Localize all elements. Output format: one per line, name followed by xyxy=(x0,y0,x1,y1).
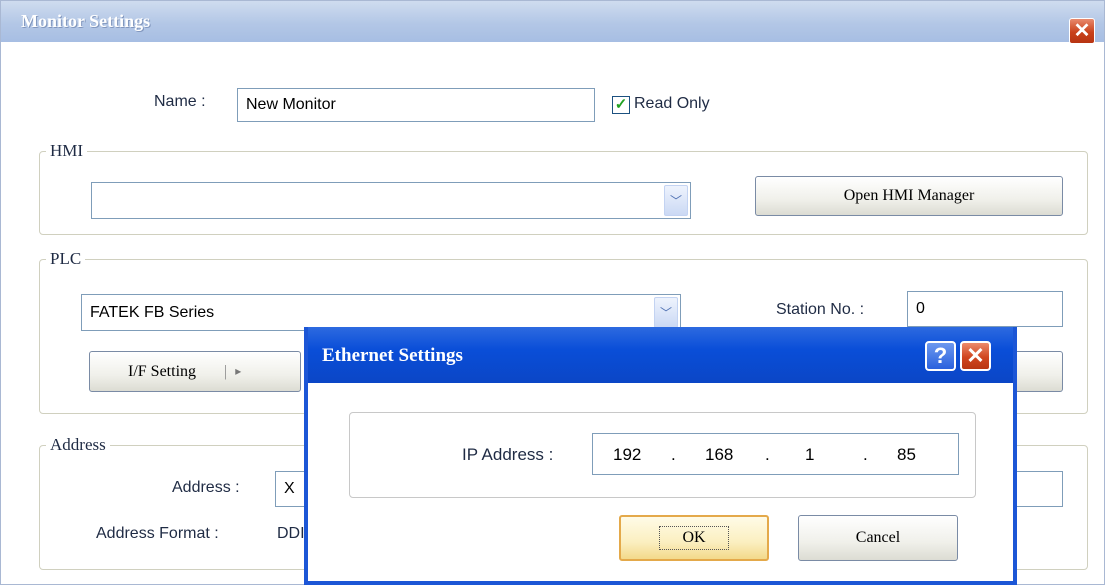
ip-dot: . xyxy=(863,445,868,464)
plc-group-title: PLC xyxy=(46,249,86,269)
cancel-label: Cancel xyxy=(855,529,901,546)
if-setting-label: I/F Setting xyxy=(128,362,197,380)
chevron-down-icon[interactable]: ﹀ xyxy=(664,185,688,216)
station-no-value: 0 xyxy=(916,300,925,317)
title-bar: Monitor Settings ✕ xyxy=(1,1,1104,44)
ip-octet-3[interactable]: 1 xyxy=(805,445,814,465)
ip-address-label: IP Address : xyxy=(462,445,554,464)
address-label: Address : xyxy=(172,479,240,496)
ip-address-input[interactable]: 192 . 168 . 1 . 85 xyxy=(592,433,959,475)
ip-dot: . xyxy=(671,445,676,464)
plc-select[interactable]: FATEK FB Series ﹀ xyxy=(81,294,681,331)
name-label: Name : xyxy=(154,93,206,110)
close-icon: ✕ xyxy=(1073,20,1091,42)
open-hmi-manager-button[interactable]: Open HMI Manager xyxy=(755,176,1063,216)
hmi-select[interactable]: ﹀ xyxy=(91,182,691,219)
help-button[interactable]: ? xyxy=(925,341,956,371)
address-group-title: Address xyxy=(46,435,110,455)
window-close-button[interactable]: ✕ xyxy=(1069,18,1095,44)
help-icon: ? xyxy=(933,343,948,368)
ok-button[interactable]: OK xyxy=(619,515,769,561)
open-hmi-manager-label: Open HMI Manager xyxy=(843,187,975,204)
ethernet-settings-dialog: Ethernet Settings ? ✕ IP Address : 192 .… xyxy=(304,327,1017,585)
read-only-label: Read Only xyxy=(634,95,710,112)
cancel-button[interactable]: Cancel xyxy=(798,515,958,561)
station-no-input[interactable]: 0 xyxy=(907,291,1063,327)
dialog-title-bar: Ethernet Settings ? ✕ xyxy=(308,327,1013,383)
address-format-value: DDI xyxy=(277,525,305,542)
divider: | xyxy=(224,362,228,380)
name-value: New Monitor xyxy=(246,96,336,113)
dialog-close-button[interactable]: ✕ xyxy=(960,341,991,371)
chevron-down-icon[interactable]: ﹀ xyxy=(654,297,678,328)
if-setting-button[interactable]: I/F Setting | ▸ xyxy=(89,351,301,392)
ip-octet-4[interactable]: 85 xyxy=(897,445,916,465)
name-input[interactable]: New Monitor xyxy=(237,88,595,122)
close-icon: ✕ xyxy=(966,343,985,368)
arrow-right-icon: ▸ xyxy=(235,364,242,378)
hmi-group-title: HMI xyxy=(46,141,88,161)
read-only-checkbox[interactable]: ✓ xyxy=(612,96,630,114)
plc-selected-value: FATEK FB Series xyxy=(90,303,215,321)
ip-octet-1[interactable]: 192 xyxy=(613,445,641,465)
address-format-label: Address Format : xyxy=(96,525,219,542)
ip-octet-2[interactable]: 168 xyxy=(705,445,733,465)
ip-dot: . xyxy=(765,445,770,464)
checkmark-icon: ✓ xyxy=(614,96,628,113)
address-value: X xyxy=(284,480,295,497)
station-no-label: Station No. : xyxy=(776,301,865,318)
ok-label: OK xyxy=(659,526,729,550)
dialog-title: Ethernet Settings xyxy=(322,345,463,366)
window-title: Monitor Settings xyxy=(21,11,151,31)
